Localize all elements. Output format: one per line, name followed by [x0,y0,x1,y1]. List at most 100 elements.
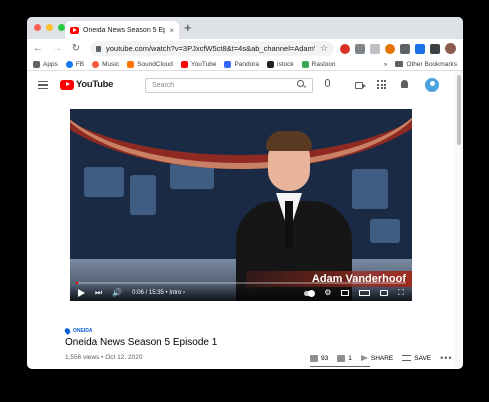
back-button[interactable]: ← [33,43,43,54]
next-icon[interactable]: ⏭ [95,289,102,297]
playlist-add-icon [402,355,412,361]
search-icon[interactable] [297,80,304,87]
rasloon-icon [301,60,309,68]
browser-toolbar: ← → ↻ ⌂ youtube.com/watch?v=3PJxcfW5ct8&… [27,39,463,58]
play-icon[interactable] [78,289,85,297]
background-light [352,169,388,209]
folder-icon [395,61,404,68]
facebook-icon [65,60,73,68]
progress-fill [76,282,78,284]
puzzle-extensions-icon[interactable] [400,43,410,54]
more-actions-icon[interactable]: ••• [440,353,452,363]
cast-icon[interactable] [380,290,389,296]
account-avatar[interactable] [425,78,439,92]
like-ratio-bar [310,366,370,367]
theater-mode-icon[interactable] [359,290,371,296]
save-button[interactable]: SAVE [402,355,431,362]
volume-icon[interactable]: 🔊 [112,289,122,297]
reload-button[interactable]: ↻ [71,43,81,54]
soundcloud-icon [127,60,135,68]
background-light [130,175,156,215]
video-player[interactable]: Adam Vanderhoof ⏭ 🔊 0:06 / 15:35 • Intro… [70,109,412,301]
new-tab-button[interactable]: + [184,21,192,35]
browser-window: Oneida News Season 5 Episode × + ← → ↻ ⌂… [27,17,463,369]
dislike-button[interactable]: 1 [337,354,352,362]
time-display: 0:06 / 15:35 • Intro › [132,290,185,296]
like-button[interactable]: 93 [310,354,328,362]
camera-extension-icon[interactable] [355,43,365,54]
create-video-icon[interactable] [355,82,366,89]
microphone-icon[interactable] [325,79,330,87]
extensions-area: ⋮ [340,43,463,54]
thumbs-up-icon [310,354,318,362]
bookmarks-bar: Apps FB Music SoundCloud YouTube Pandora… [27,58,463,71]
forward-button[interactable]: → [52,43,62,54]
bookmark-star-icon[interactable]: ☆ [320,43,328,54]
tab-close-icon[interactable]: × [169,26,174,35]
tab-strip: Oneida News Season 5 Episode × + [27,17,463,39]
video-actions: 93 1 SHARE SAVE ••• [310,353,453,363]
bookmark-soundcloud[interactable]: SoundCloud [127,60,173,68]
close-window-button[interactable] [34,24,41,31]
location-tag[interactable]: ONEIDA [63,327,92,335]
istock-icon [267,60,275,68]
lock-icon [96,45,101,52]
other-bookmarks-folder[interactable]: Other Bookmarks [395,61,457,68]
bookmarks-overflow-area: » Other Bookmarks [384,61,457,68]
settings-gear-icon[interactable]: ⚙ [324,289,331,297]
reading-list-icon[interactable] [430,43,440,54]
extension-gray-icon[interactable] [370,43,380,54]
extension-red-icon[interactable] [340,43,350,54]
share-icon [360,355,368,361]
minimize-window-button[interactable] [46,24,53,31]
bookmark-music[interactable]: Music [92,60,119,68]
bookmarks-overflow-button[interactable]: » [384,61,388,68]
youtube-logo[interactable]: YouTube [60,79,113,90]
extension-blue-icon[interactable] [415,43,425,54]
background-light [370,219,400,243]
player-controls-right: ⚙ ⛶ [304,289,404,297]
player-controls: ⏭ 🔊 0:06 / 15:35 • Intro › ⚙ ⛶ [70,285,412,301]
bookmark-istock[interactable]: istock [267,60,294,68]
progress-bar[interactable] [76,282,406,284]
search-input[interactable]: Search [145,78,313,93]
share-button[interactable]: SHARE [360,355,393,362]
youtube-apps-icon[interactable] [377,80,387,89]
page-scrollbar[interactable] [455,71,463,369]
pandora-icon [224,60,232,68]
youtube-header: YouTube Search [27,71,463,101]
video-meta: 1,556 views • Oct 12, 2020 [65,354,143,361]
profile-avatar[interactable] [445,43,456,54]
color-picker-extension-icon[interactable] [385,43,395,54]
scrollbar-thumb[interactable] [457,75,461,145]
url-text[interactable]: youtube.com/watch?v=3PJxcfW5ct8&t=4s&ab_… [106,44,315,53]
bookmark-apps[interactable]: Apps [33,60,58,68]
tab-active[interactable]: Oneida News Season 5 Episode × [65,21,179,39]
bookmark-pandora[interactable]: Pandora [224,60,259,68]
youtube-play-icon [60,79,74,90]
thumbs-down-icon [337,354,346,362]
background-light [84,167,124,197]
tab-title: Oneida News Season 5 Episode [83,26,166,34]
bookmark-youtube[interactable]: YouTube [180,60,216,68]
video-title: Oneida News Season 5 Episode 1 [65,337,218,348]
bookmark-rasloon[interactable]: Rasloon [301,60,336,68]
menu-kebab-icon[interactable]: ⋮ [461,43,463,54]
anchor-tie [285,201,293,249]
miniplayer-icon[interactable] [341,290,350,296]
notifications-bell-icon[interactable] [401,80,408,88]
youtube-favicon-icon [70,26,79,34]
apps-grid-icon [33,60,40,68]
hamburger-menu-icon[interactable] [38,81,48,89]
music-icon [92,60,100,68]
window-controls [34,24,65,31]
anchor-hair [266,131,312,151]
autoplay-toggle[interactable] [304,289,316,297]
youtube-icon [180,60,188,68]
location-pin-icon [63,327,72,335]
zoom-window-button[interactable] [58,24,65,31]
bookmark-fb[interactable]: FB [65,60,84,68]
fullscreen-icon[interactable]: ⛶ [398,289,404,297]
address-bar[interactable]: youtube.com/watch?v=3PJxcfW5ct8&t=4s&ab_… [90,41,334,56]
youtube-logo-text: YouTube [76,79,114,90]
